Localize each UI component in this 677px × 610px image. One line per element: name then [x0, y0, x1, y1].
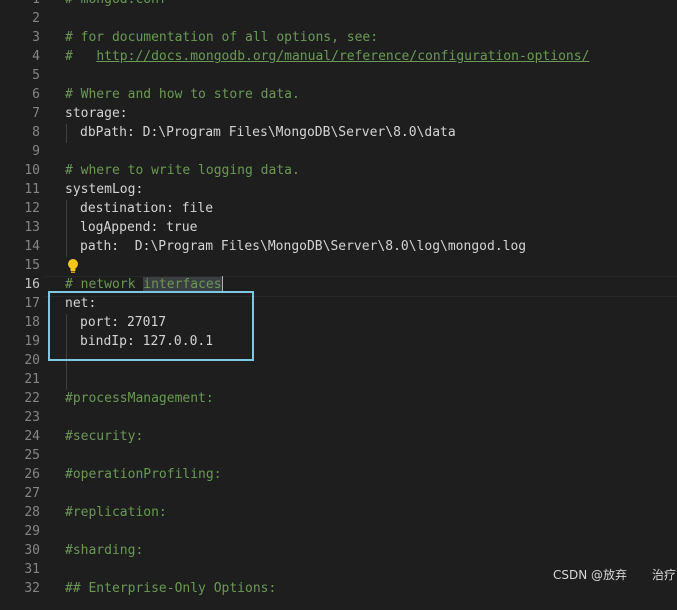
- line-number: 31: [24, 562, 40, 577]
- code-line[interactable]: 27: [0, 484, 677, 503]
- line-content: # Where and how to store data.: [65, 85, 300, 104]
- comment-prefix: # network: [65, 277, 144, 292]
- yaml-key: systemLog:: [65, 182, 144, 197]
- line-content: # mongod.conf: [65, 0, 167, 9]
- watermark-text: CSDN @放弃: [553, 568, 628, 582]
- comment-prefix: #: [65, 49, 97, 64]
- line-number: 4: [32, 49, 40, 64]
- line-number: 9: [32, 144, 40, 159]
- code-line[interactable]: 8 dbPath: D:\Program Files\MongoDB\Server…: [0, 123, 677, 142]
- line-number: 14: [24, 239, 40, 254]
- code-line[interactable]: 3 # for documentation of all options, see…: [0, 28, 677, 47]
- line-content: # for documentation of all options, see:: [65, 28, 378, 47]
- line-number: 29: [24, 524, 40, 539]
- lightbulb-icon[interactable]: [67, 258, 79, 274]
- code-line[interactable]: 9: [0, 142, 677, 161]
- line-content: path: D:\Program Files\MongoDB\Server\8.…: [65, 237, 526, 256]
- line-number: 19: [24, 334, 40, 349]
- line-number: 5: [32, 68, 40, 83]
- line-number: 23: [24, 410, 40, 425]
- code-line[interactable]: 30 #sharding:: [0, 541, 677, 560]
- code-line[interactable]: 28 #replication:: [0, 503, 677, 522]
- line-content: storage:: [65, 104, 128, 123]
- line-number: 1: [0, 0, 40, 9]
- line-content: #replication:: [65, 503, 167, 522]
- line-content: systemLog:: [65, 180, 143, 199]
- line-number: 10: [24, 163, 40, 178]
- line-content: #security:: [65, 427, 143, 446]
- comment-text: #operationProfiling:: [65, 467, 222, 482]
- yaml-entry: logAppend: true: [80, 220, 198, 235]
- line-content: logAppend: true: [65, 218, 197, 237]
- line-number: 11: [24, 182, 40, 197]
- line-number: 16: [24, 277, 40, 292]
- code-line[interactable]: 7 storage:: [0, 104, 677, 123]
- code-line[interactable]: 2: [0, 9, 677, 28]
- annotation-highlight-box: [48, 291, 254, 361]
- line-number: 21: [24, 372, 40, 387]
- code-line[interactable]: 5: [0, 66, 677, 85]
- line-number: 15: [24, 258, 40, 273]
- code-line[interactable]: 24 #security:: [0, 427, 677, 446]
- line-content: #sharding:: [65, 541, 143, 560]
- line-number: 7: [32, 106, 40, 121]
- line-number: 8: [32, 125, 40, 140]
- line-number: 20: [24, 353, 40, 368]
- line-number: 26: [24, 467, 40, 482]
- code-line[interactable]: 29: [0, 522, 677, 541]
- code-line[interactable]: 21: [0, 370, 677, 389]
- code-line[interactable]: 10 # where to write logging data.: [0, 161, 677, 180]
- line-content: #processManagement:: [65, 389, 214, 408]
- line-number: 27: [24, 486, 40, 501]
- comment-text: # mongod.conf: [65, 0, 167, 7]
- line-number: 3: [32, 30, 40, 45]
- line-content: # where to write logging data.: [65, 161, 300, 180]
- code-line[interactable]: 1 # mongod.conf: [0, 0, 677, 9]
- line-number: 22: [24, 391, 40, 406]
- code-line[interactable]: 14 path: D:\Program Files\MongoDB\Server\…: [0, 237, 677, 256]
- comment-text: # Where and how to store data.: [65, 87, 300, 102]
- line-number: 12: [24, 201, 40, 216]
- comment-text: #sharding:: [65, 543, 144, 558]
- comment-text: #processManagement:: [65, 391, 214, 406]
- line-content: # http://docs.mongodb.org/manual/referen…: [65, 47, 589, 66]
- code-line[interactable]: 4 # http://docs.mongodb.org/manual/refere…: [0, 47, 677, 66]
- code-line[interactable]: 12 destination: file: [0, 199, 677, 218]
- yaml-key: storage:: [65, 106, 128, 121]
- code-line[interactable]: 23: [0, 408, 677, 427]
- code-line[interactable]: 25: [0, 446, 677, 465]
- documentation-link[interactable]: http://docs.mongodb.org/manual/reference…: [96, 49, 589, 64]
- line-number: 30: [24, 543, 40, 558]
- comment-text: #replication:: [65, 505, 167, 520]
- code-line[interactable]: 15: [0, 256, 677, 275]
- comment-text: # where to write logging data.: [65, 163, 300, 178]
- code-line[interactable]: 22 #processManagement:: [0, 389, 677, 408]
- code-line[interactable]: 13 logAppend: true: [0, 218, 677, 237]
- code-line[interactable]: 6 # Where and how to store data.: [0, 85, 677, 104]
- line-content: #operationProfiling:: [65, 465, 222, 484]
- watermark-text-right: 治疗: [652, 568, 677, 582]
- line-number: 6: [32, 87, 40, 102]
- highlighted-word: interfaces: [143, 277, 222, 292]
- code-line[interactable]: 26 #operationProfiling:: [0, 465, 677, 484]
- line-number: 2: [32, 11, 40, 26]
- line-number: 17: [24, 296, 40, 311]
- line-number: 28: [24, 505, 40, 520]
- comment-text: #security:: [65, 429, 144, 444]
- line-content: destination: file: [65, 199, 213, 218]
- yaml-entry: path: D:\Program Files\MongoDB\Server\8.…: [80, 239, 527, 254]
- line-number: 18: [24, 315, 40, 330]
- yaml-entry: destination: file: [80, 201, 214, 216]
- line-number: 25: [24, 448, 40, 463]
- comment-text: # for documentation of all options, see:: [65, 30, 379, 45]
- code-line[interactable]: 11 systemLog:: [0, 180, 677, 199]
- line-number: 24: [24, 429, 40, 444]
- line-content: dbPath: D:\Program Files\MongoDB\Server\…: [65, 123, 456, 142]
- yaml-entry: dbPath: D:\Program Files\MongoDB\Server\…: [80, 125, 456, 140]
- line-number: 13: [24, 220, 40, 235]
